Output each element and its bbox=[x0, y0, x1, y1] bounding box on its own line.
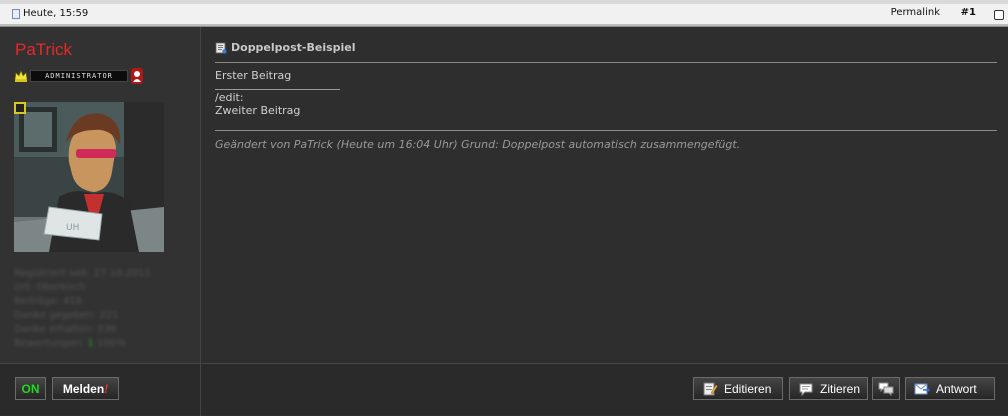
crown-icon bbox=[14, 69, 28, 83]
post-date-text: Heute, 15:59 bbox=[23, 8, 89, 19]
post-footer: ON Melden! Editieren Zitieren Antwort bbox=[0, 363, 1008, 416]
multiquote-icon bbox=[878, 381, 894, 397]
profile-line: Danke gegeben: 221 bbox=[14, 310, 119, 321]
report-button[interactable]: Melden! bbox=[52, 377, 119, 400]
online-status-button[interactable]: ON bbox=[15, 377, 46, 400]
permalink-link[interactable]: Permalink bbox=[891, 7, 940, 18]
profile-line: Ort: Oberkirch bbox=[14, 282, 86, 293]
user-avatar[interactable]: UH bbox=[14, 102, 164, 252]
select-post-checkbox[interactable] bbox=[994, 10, 1004, 20]
edit-divider bbox=[215, 130, 997, 131]
quote-button[interactable]: Zitieren bbox=[789, 377, 868, 400]
post-date: Heute, 15:59 bbox=[12, 8, 88, 19]
reply-label: Antwort bbox=[936, 381, 977, 396]
multiquote-button[interactable] bbox=[872, 377, 900, 400]
profile-details: Registriert seit: 27.10.2011 Ort: Oberki… bbox=[14, 267, 151, 351]
post-text-line: Erster Beitrag bbox=[215, 69, 292, 82]
title-divider bbox=[215, 62, 997, 63]
reply-icon bbox=[914, 381, 930, 397]
username-link[interactable]: PaTrick bbox=[15, 40, 72, 60]
administrator-badge: ADMINISTRATOR bbox=[30, 70, 128, 82]
text-separator bbox=[215, 89, 340, 90]
profile-line: Registriert seit: 27.10.2011 bbox=[14, 268, 152, 279]
post-title-row: Doppelpost-Beispiel bbox=[215, 41, 356, 54]
user-rank: ADMINISTRATOR bbox=[14, 67, 144, 85]
profile-line: Beiträge: 418 bbox=[14, 296, 83, 307]
report-label: Melden bbox=[62, 381, 105, 396]
post-content: Doppelpost-Beispiel Erster Beitrag /edit… bbox=[202, 27, 1008, 363]
post-number-link[interactable]: #1 bbox=[961, 7, 976, 18]
admin-shield-icon bbox=[130, 67, 144, 85]
reply-button[interactable]: Antwort bbox=[905, 377, 995, 400]
rating-plus: 1 bbox=[87, 338, 94, 349]
edit-note: Geändert von PaTrick (Heute um 16:04 Uhr… bbox=[215, 138, 741, 151]
rating-percent: 100% bbox=[97, 338, 126, 349]
quote-label: Zitieren bbox=[820, 381, 861, 396]
post-header-bar: Heute, 15:59 Permalink #1 bbox=[0, 0, 1008, 27]
svg-text:UH: UH bbox=[66, 223, 79, 233]
report-exclamation: ! bbox=[104, 381, 109, 396]
rating-label: Bewertungen: bbox=[14, 338, 85, 349]
edit-label: Editieren bbox=[724, 381, 772, 396]
edit-icon bbox=[702, 381, 718, 397]
post-body: Erster Beitrag /edit: Zweiter Beitrag bbox=[215, 69, 340, 117]
user-info-sidebar: PaTrick ADMINISTRATOR UH Registriert sei… bbox=[0, 27, 201, 363]
post-text-line: Zweiter Beitrag bbox=[215, 104, 301, 117]
edit-button[interactable]: Editieren bbox=[693, 377, 783, 400]
post-title-icon bbox=[215, 42, 227, 54]
profile-line: Bewertungen: 1 100% bbox=[14, 337, 151, 351]
quote-icon bbox=[798, 381, 814, 397]
edit-marker: /edit: bbox=[215, 91, 244, 104]
document-icon bbox=[12, 8, 20, 19]
profile-line: Danke erhalten: 536 bbox=[14, 324, 117, 335]
post-title: Doppelpost-Beispiel bbox=[231, 41, 356, 54]
